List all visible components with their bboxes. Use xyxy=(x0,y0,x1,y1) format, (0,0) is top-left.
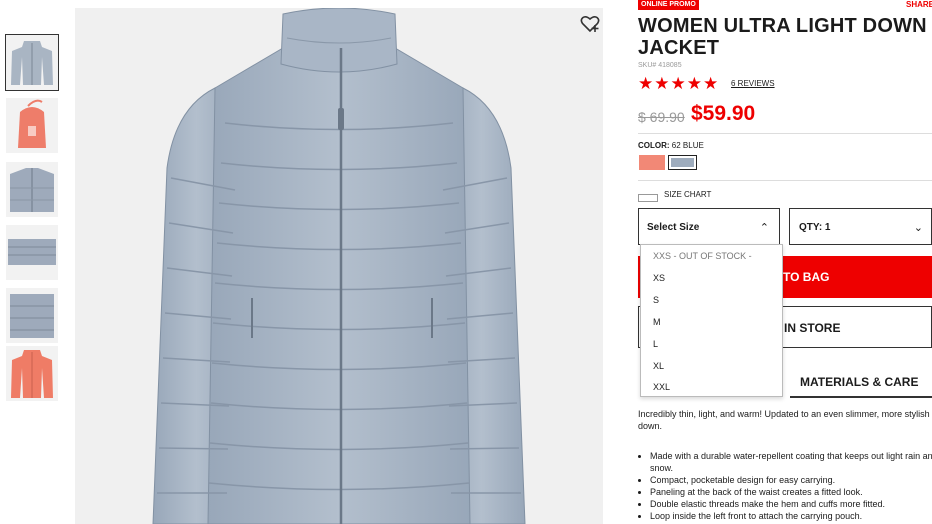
reviews-link[interactable]: 6 REVIEWS xyxy=(731,79,775,88)
feature-item: Compact, pocketable design for easy carr… xyxy=(650,474,932,486)
color-label-text: COLOR: xyxy=(638,141,670,150)
size-option-s[interactable]: S xyxy=(653,295,659,305)
size-option-xxs[interactable]: XXS - OUT OF STOCK - xyxy=(653,251,752,261)
feature-item: Loop inside the left front to attach the… xyxy=(650,510,932,522)
quantity-select[interactable]: QTY: 1 ⌄ xyxy=(789,208,932,245)
feature-item: Paneling at the back of the waist create… xyxy=(650,486,932,498)
sale-price: $59.90 xyxy=(691,102,756,125)
tab-underline xyxy=(790,396,932,398)
ruler-icon[interactable] xyxy=(638,194,658,202)
divider xyxy=(638,180,932,181)
size-option-l[interactable]: L xyxy=(653,339,658,349)
share-link[interactable]: SHARE xyxy=(906,0,932,10)
color-value: 62 BLUE xyxy=(671,141,704,150)
thumbnail-6[interactable] xyxy=(6,346,58,401)
product-description: Incredibly thin, light, and warm! Update… xyxy=(638,409,930,431)
color-label: COLOR: 62 BLUE xyxy=(638,141,704,150)
quantity-label: QTY: 1 xyxy=(799,222,831,233)
divider xyxy=(638,133,932,134)
thumbnail-coral-jacket-image xyxy=(6,346,58,401)
color-swatch-blue-fill xyxy=(671,158,694,167)
product-sku: SKU# 418085 xyxy=(638,62,682,69)
size-option-xs[interactable]: XS xyxy=(653,273,665,283)
chevron-up-icon: ⌃ xyxy=(759,222,769,234)
color-swatch-coral[interactable] xyxy=(639,155,665,170)
size-option-xl[interactable]: XL xyxy=(653,361,664,371)
size-option-m[interactable]: M xyxy=(653,317,661,327)
heart-plus-icon[interactable] xyxy=(580,15,600,33)
size-chart-link[interactable]: SIZE CHART xyxy=(664,190,711,199)
thumbnail-gray-jacket-image xyxy=(6,35,58,90)
size-select-label: Select Size xyxy=(647,222,700,233)
thumbnail-cuff-image xyxy=(6,225,58,280)
jacket-image xyxy=(152,8,526,524)
promo-badge: ONLINE PROMO xyxy=(638,0,699,10)
thumbnail-4[interactable] xyxy=(6,225,58,280)
chevron-down-icon: ⌄ xyxy=(913,222,923,234)
thumbnail-5[interactable] xyxy=(6,288,58,343)
thumbnail-collar-image xyxy=(6,162,58,217)
size-option-xxl[interactable]: XXL xyxy=(653,382,670,392)
feature-item: Double elastic threads make the hem and … xyxy=(650,498,932,510)
thumbnail-pouch-image xyxy=(6,98,58,153)
feature-item: Made with a durable water-repellent coat… xyxy=(650,450,932,474)
find-in-store-label: IN STORE xyxy=(784,321,841,335)
thumbnail-3[interactable] xyxy=(6,162,58,217)
rating-stars: ★★★★★ xyxy=(638,74,720,93)
add-to-bag-label: TO BAG xyxy=(783,270,830,284)
tab-materials-care[interactable]: MATERIALS & CARE xyxy=(800,375,918,389)
color-swatch-blue[interactable] xyxy=(668,155,697,170)
size-select[interactable]: Select Size ⌃ xyxy=(638,208,780,245)
thumbnail-folded-image xyxy=(6,288,58,343)
size-dropdown: XXS - OUT OF STOCK - XS S M L XL XXL xyxy=(640,244,783,397)
thumbnail-2[interactable] xyxy=(6,98,58,153)
product-title: WOMEN ULTRA LIGHT DOWN JACKET xyxy=(638,15,927,59)
original-price: $ 69.90 xyxy=(638,109,685,125)
feature-list: Made with a durable water-repellent coat… xyxy=(638,450,932,522)
thumbnail-1[interactable] xyxy=(5,34,59,91)
main-product-image xyxy=(75,8,603,524)
